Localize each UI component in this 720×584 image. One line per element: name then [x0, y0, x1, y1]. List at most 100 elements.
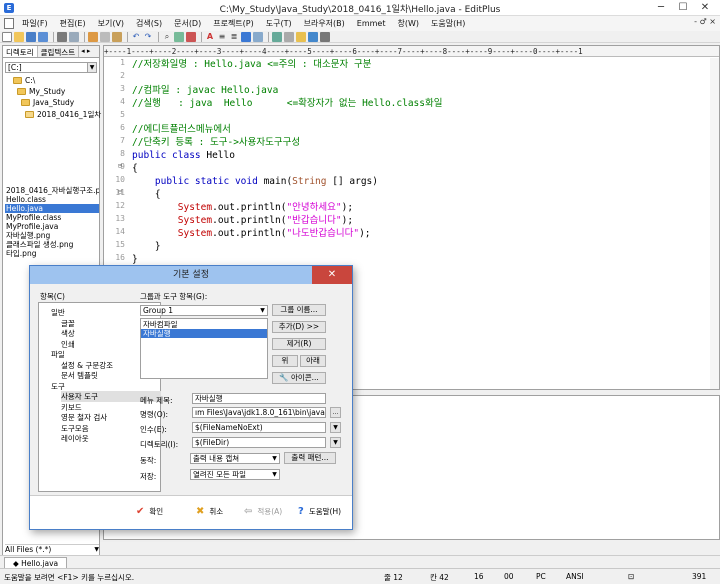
font-icon[interactable]: A	[205, 32, 215, 42]
drive-select[interactable]: [C:] ▼	[5, 62, 97, 73]
menu-search[interactable]: 검색(S)	[130, 18, 168, 29]
cancel-button[interactable]: ✖ 취소	[196, 505, 223, 519]
dir-node[interactable]: Java_Study	[21, 98, 74, 107]
directory-input[interactable]: $(FileDir)	[192, 437, 326, 448]
remove-tool-button[interactable]: 제거(R)	[272, 338, 326, 350]
wordwrap-icon[interactable]: ≡	[217, 32, 227, 42]
command-input[interactable]: ım Files\Java\jdk1.8.0_161\bin\java.exe	[192, 407, 326, 418]
file-list-item[interactable]: MyProfile.java	[5, 222, 99, 231]
mdi-controls[interactable]: - ♂ ×	[694, 17, 716, 26]
menu-file[interactable]: 파일(F)	[16, 18, 54, 29]
code-line[interactable]: //저장화일명 : Hello.java <=주의 : 대소문자 구분	[132, 58, 371, 71]
category-item[interactable]: 파일	[51, 349, 65, 360]
save-icon[interactable]	[26, 31, 36, 42]
new-file-icon[interactable]	[2, 31, 12, 42]
category-item[interactable]: 도구	[51, 381, 65, 392]
menu-tools[interactable]: 도구(T)	[260, 18, 298, 29]
menu-window[interactable]: 창(W)	[391, 18, 425, 29]
code-line[interactable]: //단축키 등록 : 도구->사용자도구구성	[132, 136, 300, 149]
close-button[interactable]: ✕	[694, 0, 716, 16]
code-line[interactable]: public class Hello	[132, 149, 235, 162]
dir-node[interactable]: My_Study	[17, 87, 65, 96]
menu-browser[interactable]: 브라우저(B)	[298, 18, 351, 29]
dir-node[interactable]: 2018_0416_1일차	[25, 109, 101, 120]
paste-icon[interactable]	[112, 31, 122, 42]
code-line[interactable]: {	[132, 188, 161, 201]
save-select[interactable]: 열려진 모든 파일 ▼	[190, 469, 280, 480]
tab-scroll-arrows[interactable]: ◂ ▸	[79, 46, 92, 57]
tab-cliptext[interactable]: 클립텍스트	[38, 46, 80, 57]
category-item[interactable]: 키보드	[61, 402, 82, 413]
action-select[interactable]: 출력 내용 캡쳐 ▼	[190, 453, 280, 464]
tool-list-item-selected[interactable]: 자바실행	[141, 329, 267, 338]
category-item[interactable]: 레이아웃	[61, 433, 89, 444]
code-line[interactable]: {	[132, 162, 138, 175]
code-line[interactable]: //에디트플러스메뉴에서	[132, 123, 231, 136]
ruler-icon[interactable]: ≣	[229, 32, 239, 42]
move-up-button[interactable]: 위	[272, 355, 298, 367]
group-select[interactable]: Group 1 ▼	[140, 305, 268, 316]
move-down-button[interactable]: 아래	[300, 355, 326, 367]
category-item[interactable]: 색상	[61, 328, 75, 339]
print-icon[interactable]	[57, 31, 67, 42]
goto-icon[interactable]	[186, 31, 196, 42]
menu-help[interactable]: 도움말(H)	[425, 18, 471, 29]
category-item[interactable]: 도구모음	[61, 423, 89, 434]
code-line[interactable]: //실행 : java Hello <=확장자가 없는 Hello.class화…	[132, 97, 442, 110]
print-preview-icon[interactable]	[69, 31, 79, 42]
directory-icon[interactable]	[296, 31, 306, 42]
preferences-icon[interactable]	[320, 31, 330, 42]
undo-icon[interactable]: ↶	[131, 32, 141, 42]
code-line[interactable]: System.out.println("반갑습니다");	[132, 214, 353, 227]
open-folder-icon[interactable]	[14, 31, 24, 42]
tab-directory[interactable]: 디렉토리	[3, 46, 38, 57]
find-icon[interactable]: ⌕	[162, 32, 172, 42]
code-line[interactable]: System.out.println("나도반갑습니다");	[132, 227, 371, 240]
group-name-button[interactable]: 그룹 이름...	[272, 304, 326, 316]
file-list-item[interactable]: 2018_0416_자바실행구조.png	[5, 186, 99, 195]
column-select-icon[interactable]	[253, 31, 263, 42]
code-line[interactable]: }	[132, 240, 161, 253]
fold-toggle-icon[interactable]: ⊟	[118, 162, 122, 170]
code-line[interactable]: public static void main(String [] args)	[132, 175, 378, 188]
browser-icon[interactable]	[272, 31, 282, 42]
menu-document[interactable]: 문서(D)	[168, 18, 207, 29]
menu-edit[interactable]: 편집(E)	[54, 18, 92, 29]
code-line[interactable]: System.out.println("안녕하세요");	[132, 201, 353, 214]
dialog-close-button[interactable]: ✕	[312, 266, 352, 284]
menu-emmet[interactable]: Emmet	[351, 19, 392, 28]
file-filter-select[interactable]: All Files (*.*) ▼	[5, 544, 99, 554]
add-tool-button[interactable]: 추가(D) >>	[272, 321, 326, 333]
document-icon[interactable]	[4, 18, 14, 29]
browse-command-button[interactable]: ...	[330, 407, 341, 418]
file-list-item[interactable]: 타입.png	[5, 249, 99, 258]
dir-node[interactable]: C:\	[13, 76, 35, 85]
linenumber-icon[interactable]	[241, 31, 251, 42]
spellcheck-icon[interactable]	[308, 31, 318, 42]
fold-toggle-icon[interactable]: ⊟	[118, 188, 122, 196]
file-list-item[interactable]: 자바실행.png	[5, 231, 99, 240]
menu-view[interactable]: 보기(V)	[92, 18, 130, 29]
category-item[interactable]: 글꼴	[61, 318, 75, 329]
icon-button[interactable]: 🔧 아이콘...	[272, 372, 326, 384]
category-item[interactable]: 일반	[51, 307, 65, 318]
menu-title-input[interactable]: 자바실행	[192, 393, 326, 404]
save-all-icon[interactable]	[38, 31, 48, 42]
apply-button[interactable]: ⇦ 적용(A)	[244, 505, 282, 519]
redo-icon[interactable]: ↷	[143, 32, 153, 42]
editor-scrollbar[interactable]	[710, 58, 719, 389]
menu-project[interactable]: 프로젝트(P)	[207, 18, 260, 29]
output-pattern-button[interactable]: 출력 패턴...	[284, 452, 336, 464]
directory-dropdown-button[interactable]: ▼	[330, 437, 341, 448]
category-item[interactable]: 문서 템플릿	[61, 370, 98, 381]
file-list-item[interactable]: MyProfile.class	[5, 213, 99, 222]
copy-icon[interactable]	[100, 31, 110, 42]
tool-list-item[interactable]: 자바컴파일	[141, 320, 267, 329]
minimize-button[interactable]: ─	[650, 0, 672, 16]
ok-button[interactable]: ✔ 확인	[136, 505, 163, 519]
cut-icon[interactable]	[88, 31, 98, 42]
category-item[interactable]: 인쇄	[61, 339, 75, 350]
file-list-item-selected[interactable]: Hello.java	[5, 204, 99, 213]
args-dropdown-button[interactable]: ▼	[330, 422, 341, 433]
category-item[interactable]: 영문 철자 검사	[61, 412, 107, 423]
